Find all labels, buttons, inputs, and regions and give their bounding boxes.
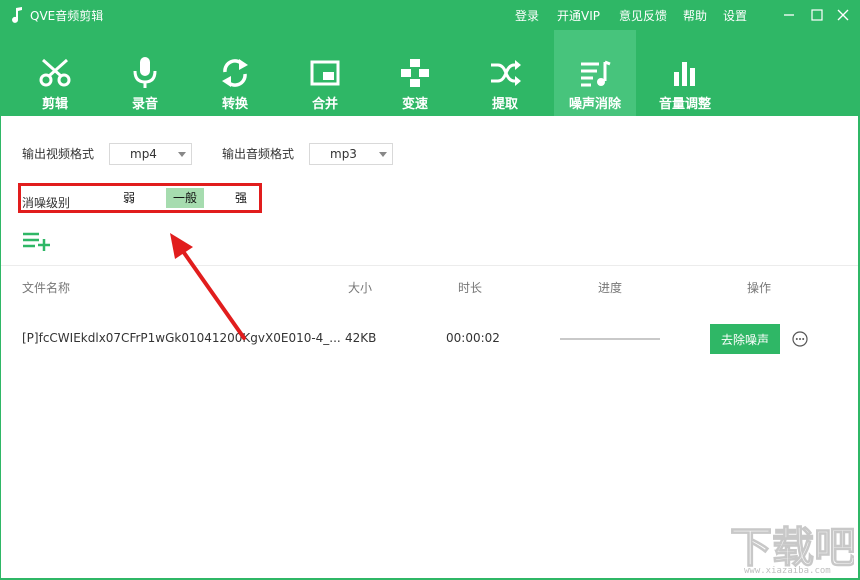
tab-volume[interactable]: 音量调整 — [644, 30, 726, 116]
login-link[interactable]: 登录 — [515, 7, 539, 24]
microphone-icon — [133, 57, 157, 88]
convert-icon — [222, 59, 248, 87]
tab-merge[interactable]: 合并 — [284, 30, 366, 116]
file-duration: 00:00:02 — [446, 331, 500, 345]
file-size: 42KB — [345, 331, 377, 345]
progress-bar — [560, 338, 660, 340]
column-header-size: 大小 — [348, 281, 373, 295]
window-border-left — [0, 116, 1, 580]
add-file-icon[interactable] — [22, 231, 52, 251]
tab-merge-label: 合并 — [311, 97, 338, 112]
column-header-progress: 进度 — [598, 281, 623, 295]
video-format-select[interactable]: mp4 — [109, 143, 192, 165]
minimize-icon[interactable] — [776, 4, 802, 26]
tab-volume-label: 音量调整 — [658, 97, 711, 112]
main-toolbar: 剪辑 录音 转换 合并 变速 提取 噪声消除 音量调整 — [0, 30, 860, 116]
tab-cut[interactable]: 剪辑 — [14, 30, 96, 116]
shuffle-icon — [491, 60, 521, 86]
tab-extract-label: 提取 — [491, 97, 518, 112]
divider — [0, 265, 860, 266]
video-format-value: mp4 — [130, 147, 157, 161]
video-format-label: 输出视频格式 — [22, 147, 95, 161]
music-note-icon — [12, 7, 22, 23]
tab-noise-reduction-label: 噪声消除 — [568, 97, 621, 112]
tab-convert-label: 转换 — [221, 97, 248, 112]
open-vip-link[interactable]: 开通VIP — [557, 7, 600, 24]
more-options-icon[interactable] — [792, 331, 808, 347]
merge-icon — [310, 60, 340, 86]
close-icon[interactable] — [830, 4, 856, 26]
tab-record-label: 录音 — [131, 97, 158, 112]
audio-format-label: 输出音频格式 — [222, 147, 295, 161]
tab-speed[interactable]: 变速 — [374, 30, 456, 116]
audio-format-select[interactable]: mp3 — [309, 143, 393, 165]
column-header-name: 文件名称 — [22, 281, 71, 295]
tab-record[interactable]: 录音 — [104, 30, 186, 116]
annotation-arrow-icon — [170, 233, 246, 340]
tab-convert[interactable]: 转换 — [194, 30, 276, 116]
remove-noise-button[interactable]: 去除噪声 — [710, 324, 780, 354]
speed-icon — [401, 59, 429, 87]
tab-cut-label: 剪辑 — [41, 97, 68, 112]
title-bar: QVE音频剪辑 登录 开通VIP 意见反馈 帮助 设置 — [0, 0, 860, 30]
chevron-down-icon — [178, 152, 186, 157]
scissors-icon — [39, 58, 71, 87]
watermark-url: www.xiazaiba.com — [744, 566, 831, 576]
audio-format-value: mp3 — [330, 147, 357, 161]
column-header-actions: 操作 — [747, 281, 772, 295]
app-title: QVE音频剪辑 — [30, 9, 104, 23]
chevron-down-icon — [379, 152, 387, 157]
maximize-icon[interactable] — [804, 4, 830, 26]
tab-speed-label: 变速 — [401, 97, 428, 112]
tab-extract[interactable]: 提取 — [464, 30, 546, 116]
feedback-link[interactable]: 意见反馈 — [619, 7, 667, 24]
column-header-duration: 时长 — [458, 281, 483, 295]
tab-noise-reduction[interactable]: 噪声消除 — [554, 30, 636, 116]
watermark-text: 下载吧 — [730, 523, 854, 572]
settings-link[interactable]: 设置 — [723, 7, 747, 24]
noise-reduce-icon — [581, 60, 611, 87]
highlight-box — [18, 183, 262, 213]
volume-bars-icon — [674, 62, 695, 86]
help-link[interactable]: 帮助 — [683, 7, 707, 24]
